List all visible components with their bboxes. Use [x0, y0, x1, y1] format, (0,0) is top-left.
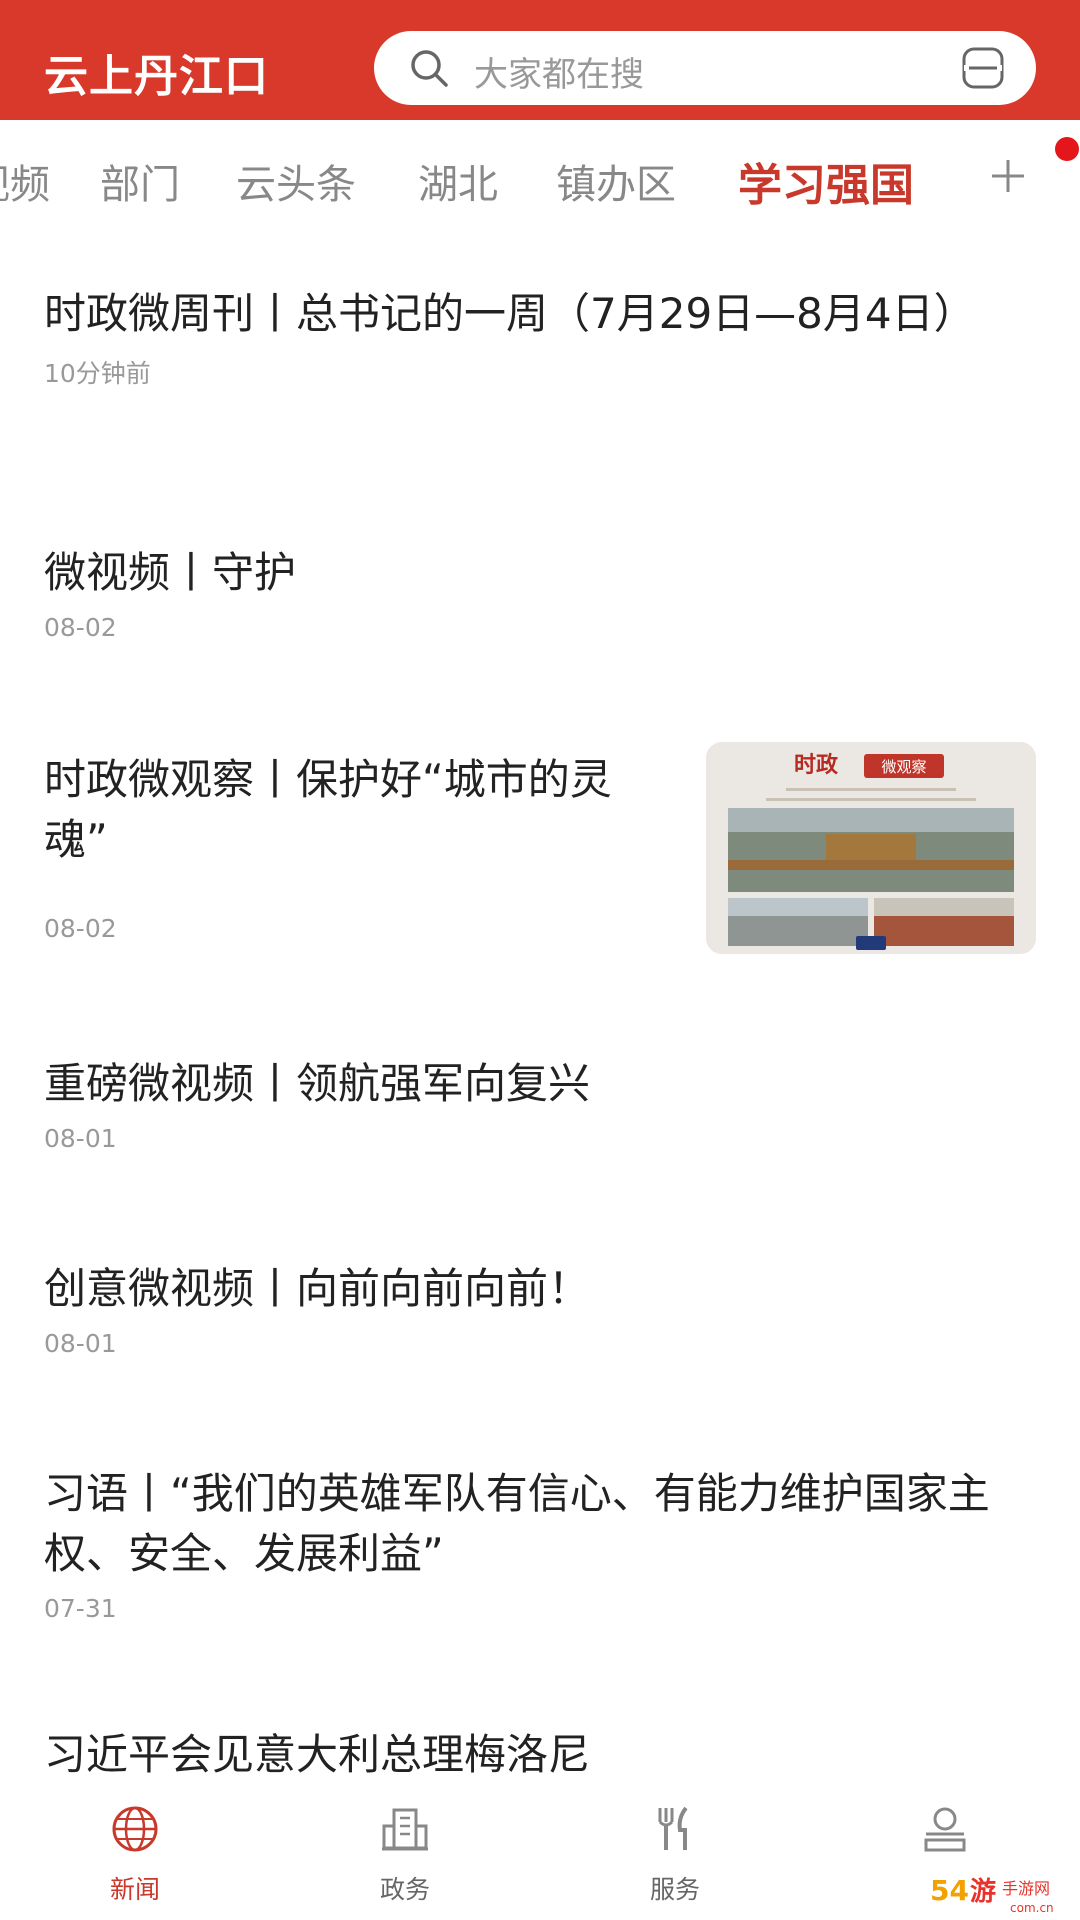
- news-item[interactable]: 创意微视频丨向前向前向前！ 08-01: [44, 1259, 1036, 1358]
- news-item[interactable]: 微视频丨守护 08-02: [44, 543, 1036, 642]
- tab-departments[interactable]: 部门: [100, 152, 180, 210]
- svg-text:游: 游: [970, 1877, 996, 1907]
- user-icon: [924, 1807, 966, 1852]
- tab-town-districts[interactable]: 镇办区: [556, 152, 676, 210]
- nav-news[interactable]: 新闻: [0, 1790, 270, 1920]
- search-icon: [411, 50, 448, 87]
- channel-tabs: 视频 部门 云头条 湖北 镇办区 学习强国: [0, 120, 1080, 235]
- news-item[interactable]: 时政微周刊丨总书记的一周（7月29日—8月4日） 10分钟前: [44, 284, 1036, 390]
- plus-icon[interactable]: [988, 156, 1028, 196]
- nav-label: 政务: [379, 1875, 430, 1904]
- svg-text:手游网: 手游网: [1002, 1879, 1050, 1898]
- search-bar[interactable]: 大家都在搜: [374, 31, 1036, 105]
- thumbnail-badge: 微观察: [881, 758, 926, 776]
- bottom-nav: 新闻 政务 服务: [0, 1790, 1080, 1920]
- news-item[interactable]: 重磅微视频丨领航强军向复兴 08-01: [44, 1054, 1036, 1153]
- news-time: 07-31: [44, 1594, 117, 1623]
- app-title: 云上丹江口: [44, 51, 269, 102]
- news-item[interactable]: 习近平会见意大利总理梅洛尼: [44, 1725, 1036, 1785]
- scan-icon[interactable]: [960, 45, 1006, 91]
- thumbnail-heading: 时政: [794, 752, 839, 778]
- fork-knife-icon: [658, 1806, 688, 1850]
- top-bar: 云上丹江口 大家都在搜: [0, 0, 1080, 120]
- news-thumbnail[interactable]: 时政 微观察: [706, 742, 1036, 954]
- building-icon: [382, 1808, 428, 1851]
- news-title: 创意微视频丨向前向前向前！: [44, 1264, 591, 1313]
- news-title: 微视频丨守护: [44, 548, 297, 597]
- tab-xuexi-qiangguo[interactable]: 学习强国: [738, 149, 914, 213]
- svg-text:com.cn: com.cn: [1010, 1901, 1054, 1915]
- nav-government[interactable]: 政务: [270, 1790, 540, 1920]
- nav-label: 服务: [649, 1875, 700, 1904]
- tab-cloud-headlines[interactable]: 云头条: [236, 152, 356, 210]
- nav-services[interactable]: 服务: [540, 1790, 810, 1920]
- news-time: 08-01: [44, 1124, 117, 1153]
- svg-text:54: 54: [930, 1874, 969, 1907]
- globe-icon: [112, 1806, 158, 1852]
- news-title: 习语丨“我们的英雄军队有信心、有能力维护国家主权、安全、发展利益”: [44, 1469, 990, 1578]
- news-time: 10分钟前: [44, 359, 151, 388]
- news-title: 时政微观察丨保护好“城市的灵魂”: [44, 755, 612, 864]
- news-title: 习近平会见意大利总理梅洛尼: [44, 1730, 591, 1779]
- news-time: 08-02: [44, 613, 117, 642]
- thumbnail-image: 时政 微观察: [706, 742, 1036, 954]
- tab-video[interactable]: 视频: [0, 152, 50, 210]
- nav-label: 新闻: [109, 1875, 160, 1904]
- news-time: 08-01: [44, 1329, 117, 1358]
- news-item[interactable]: 习语丨“我们的英雄军队有信心、有能力维护国家主权、安全、发展利益” 07-31: [44, 1464, 1036, 1623]
- news-title: 重磅微视频丨领航强军向复兴: [44, 1059, 591, 1108]
- news-item[interactable]: 时政微观察丨保护好“城市的灵魂” 08-02 时政 微观察: [44, 742, 1036, 954]
- search-placeholder: 大家都在搜: [474, 55, 644, 95]
- tab-hubei[interactable]: 湖北: [418, 152, 498, 210]
- site-watermark: 54 游 手游网 com.cn: [926, 1868, 1076, 1916]
- news-title: 时政微周刊丨总书记的一周（7月29日—8月4日）: [44, 289, 976, 338]
- notification-dot: [1055, 137, 1079, 161]
